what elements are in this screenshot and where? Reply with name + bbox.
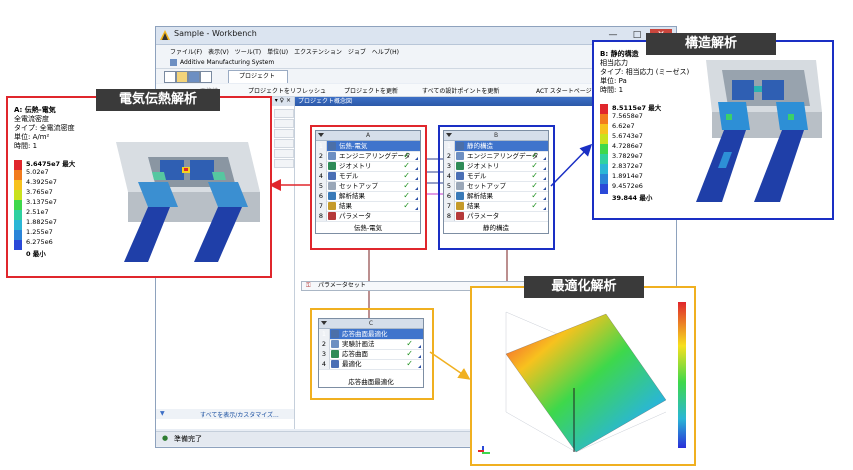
- legend-value: 1.255e7: [26, 228, 53, 236]
- electric-info: A: 伝熱-電気 全電流密度 タイプ: 全電流密度 単位: A/m² 時間: 1: [14, 106, 75, 151]
- legend-swatch: [600, 114, 608, 124]
- legend-value: 4.3925e7: [26, 178, 57, 186]
- legend-value: 1.8825e7: [26, 218, 57, 226]
- legend-swatch: [14, 200, 22, 210]
- legend-swatch: [14, 220, 22, 230]
- legend-value: 39.844 最小: [612, 194, 653, 202]
- structural-model-render: [696, 60, 822, 202]
- legend-value: 6.62e7: [612, 122, 635, 130]
- legend-value: 3.765e7: [26, 188, 53, 196]
- electric-line2: 全電流密度: [14, 115, 49, 123]
- structural-line4: 単位: Pa: [600, 77, 627, 85]
- legend-value: 5.6743e7: [612, 132, 643, 140]
- legend-value: 8.5115e7 最大: [612, 104, 662, 112]
- electric-line5: 時間: 1: [14, 142, 38, 150]
- legend-swatch: [14, 160, 22, 170]
- electric-analysis-tag: 電気伝熱解析: [96, 89, 220, 111]
- structural-line5: 時間: 1: [600, 86, 624, 94]
- legend-value: 2.51e7: [26, 208, 49, 216]
- legend-swatch: [600, 154, 608, 164]
- response-surface-render: [478, 302, 686, 454]
- optimization-result-panel: 最適化解析: [470, 276, 696, 466]
- legend-swatch: [14, 240, 22, 250]
- legend-value: 5.02e7: [26, 168, 49, 176]
- legend-swatch: [14, 230, 22, 240]
- legend-value: 7.5658e7: [612, 112, 643, 120]
- legend-swatch: [600, 124, 608, 134]
- legend-swatch: [14, 170, 22, 180]
- legend-value: 3.1375e7: [26, 198, 57, 206]
- structural-line2: 相当応力: [600, 59, 628, 67]
- structural-title: B: 静的構造: [600, 50, 639, 58]
- legend-swatch: [600, 134, 608, 144]
- legend-swatch: [600, 174, 608, 184]
- legend-swatch: [600, 144, 608, 154]
- legend-value: 0 最小: [26, 250, 46, 258]
- structural-info: B: 静的構造 相当応力 タイプ: 相当応力 (ミーゼス) 単位: Pa 時間:…: [600, 50, 689, 95]
- electric-title: A: 伝熱-電気: [14, 106, 56, 114]
- optimization-analysis-tag: 最適化解析: [524, 276, 644, 298]
- legend-swatch: [14, 210, 22, 220]
- legend-value: 2.8372e7: [612, 162, 643, 170]
- legend-value: 3.7829e7: [612, 152, 643, 160]
- legend-swatch: [14, 180, 22, 190]
- electric-model-render: [116, 142, 260, 262]
- legend-value: 6.275e6: [26, 238, 53, 246]
- structural-line3: タイプ: 相当応力 (ミーゼス): [600, 68, 690, 76]
- legend-swatch: [600, 164, 608, 174]
- legend-value: 5.6475e7 最大: [26, 160, 76, 168]
- legend-value: 4.7286e7: [612, 142, 643, 150]
- legend-swatch: [600, 184, 608, 194]
- legend-swatch: [14, 190, 22, 200]
- electric-result-panel: 電気伝熱解析 A: 伝熱-電気 全電流密度 タイプ: 全電流密度 単位: A/m…: [6, 89, 272, 278]
- structural-result-panel: 構造解析 B: 静的構造 相当応力 タイプ: 相当応力 (ミーゼス) 単位: P…: [592, 33, 834, 220]
- legend-value: 9.4572e6: [612, 182, 643, 190]
- legend-swatch: [600, 104, 608, 114]
- legend-value: 1.8914e7: [612, 172, 643, 180]
- electric-line4: 単位: A/m²: [14, 133, 50, 141]
- electric-line3: タイプ: 全電流密度: [14, 124, 75, 132]
